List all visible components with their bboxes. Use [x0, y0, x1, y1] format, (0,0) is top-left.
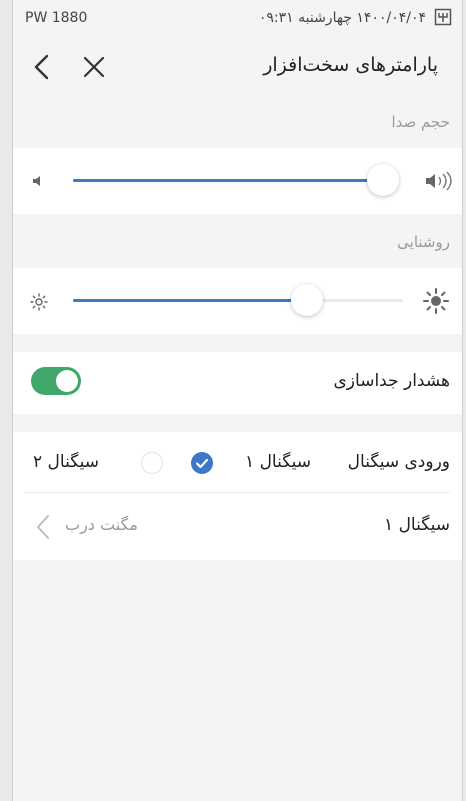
signal-two-option-label: سیگنال ۲ — [33, 452, 99, 472]
volume-high-icon — [426, 171, 452, 191]
volume-slider-thumb[interactable] — [367, 164, 400, 196]
top-app-bar: پارامترهای سخت‌افزار — [13, 40, 462, 94]
radio-unchecked-icon — [141, 452, 163, 474]
separation-alarm-toggle[interactable] — [31, 367, 81, 395]
signal-one-setting-row[interactable]: مگنت درب سیگنال ۱ — [13, 493, 462, 560]
brightness-high-icon — [423, 288, 449, 314]
volume-section-label: حجم صدا — [391, 113, 450, 131]
brightness-slider-fill — [73, 299, 308, 302]
signal-one-option-label: سیگنال ۱ — [245, 452, 311, 472]
volume-card — [13, 148, 462, 214]
toggle-knob — [56, 370, 78, 392]
volume-slider[interactable] — [73, 164, 400, 196]
date-time: ۱۴۰۰/۰۴/۰۴ چهارشنبه ۰۹:۳۱ — [259, 10, 426, 26]
signal-input-label: ورودی سیگنال — [347, 452, 450, 472]
close-icon[interactable] — [79, 52, 109, 82]
signal-one-value: مگنت درب — [65, 515, 138, 534]
volume-low-icon — [33, 176, 40, 186]
radio-checked-icon — [191, 452, 213, 474]
phone-screen: PW 1880 ۱۴۰۰/۰۴/۰۴ چهارشنبه ۰۹:۳۱ پارامت… — [12, 0, 463, 801]
brightness-slider[interactable] — [73, 284, 403, 316]
device-name: PW 1880 — [25, 10, 88, 26]
signal-two-option[interactable]: سیگنال ۲ — [33, 446, 163, 480]
status-day: چهارشنبه — [298, 10, 352, 26]
separation-alarm-row: هشدار جداسازی — [13, 352, 462, 414]
brightness-card — [13, 268, 462, 334]
signal-card: ورودی سیگنال سیگنال ۱ سیگنال ۲ مگنت درب … — [13, 432, 462, 560]
brightness-section-label: روشنایی — [397, 233, 450, 251]
checkmark-icon — [195, 458, 209, 469]
signal-one-option[interactable]: سیگنال ۱ — [191, 446, 311, 480]
separation-alarm-label: هشدار جداسازی — [333, 371, 451, 391]
chevron-left-icon — [37, 515, 49, 539]
page-title: پارامترهای سخت‌افزار — [263, 54, 438, 76]
volume-slider-fill — [73, 179, 384, 182]
brightness-low-icon — [30, 293, 48, 311]
app-notification-icon — [434, 8, 452, 26]
chevron-left-icon[interactable] — [27, 50, 57, 84]
status-bar: PW 1880 ۱۴۰۰/۰۴/۰۴ چهارشنبه ۰۹:۳۱ — [13, 0, 462, 40]
status-date: ۱۴۰۰/۰۴/۰۴ — [356, 10, 426, 26]
signal-one-label: سیگنال ۱ — [384, 515, 450, 535]
status-time: ۰۹:۳۱ — [258, 10, 294, 26]
brightness-slider-thumb[interactable] — [291, 284, 324, 316]
